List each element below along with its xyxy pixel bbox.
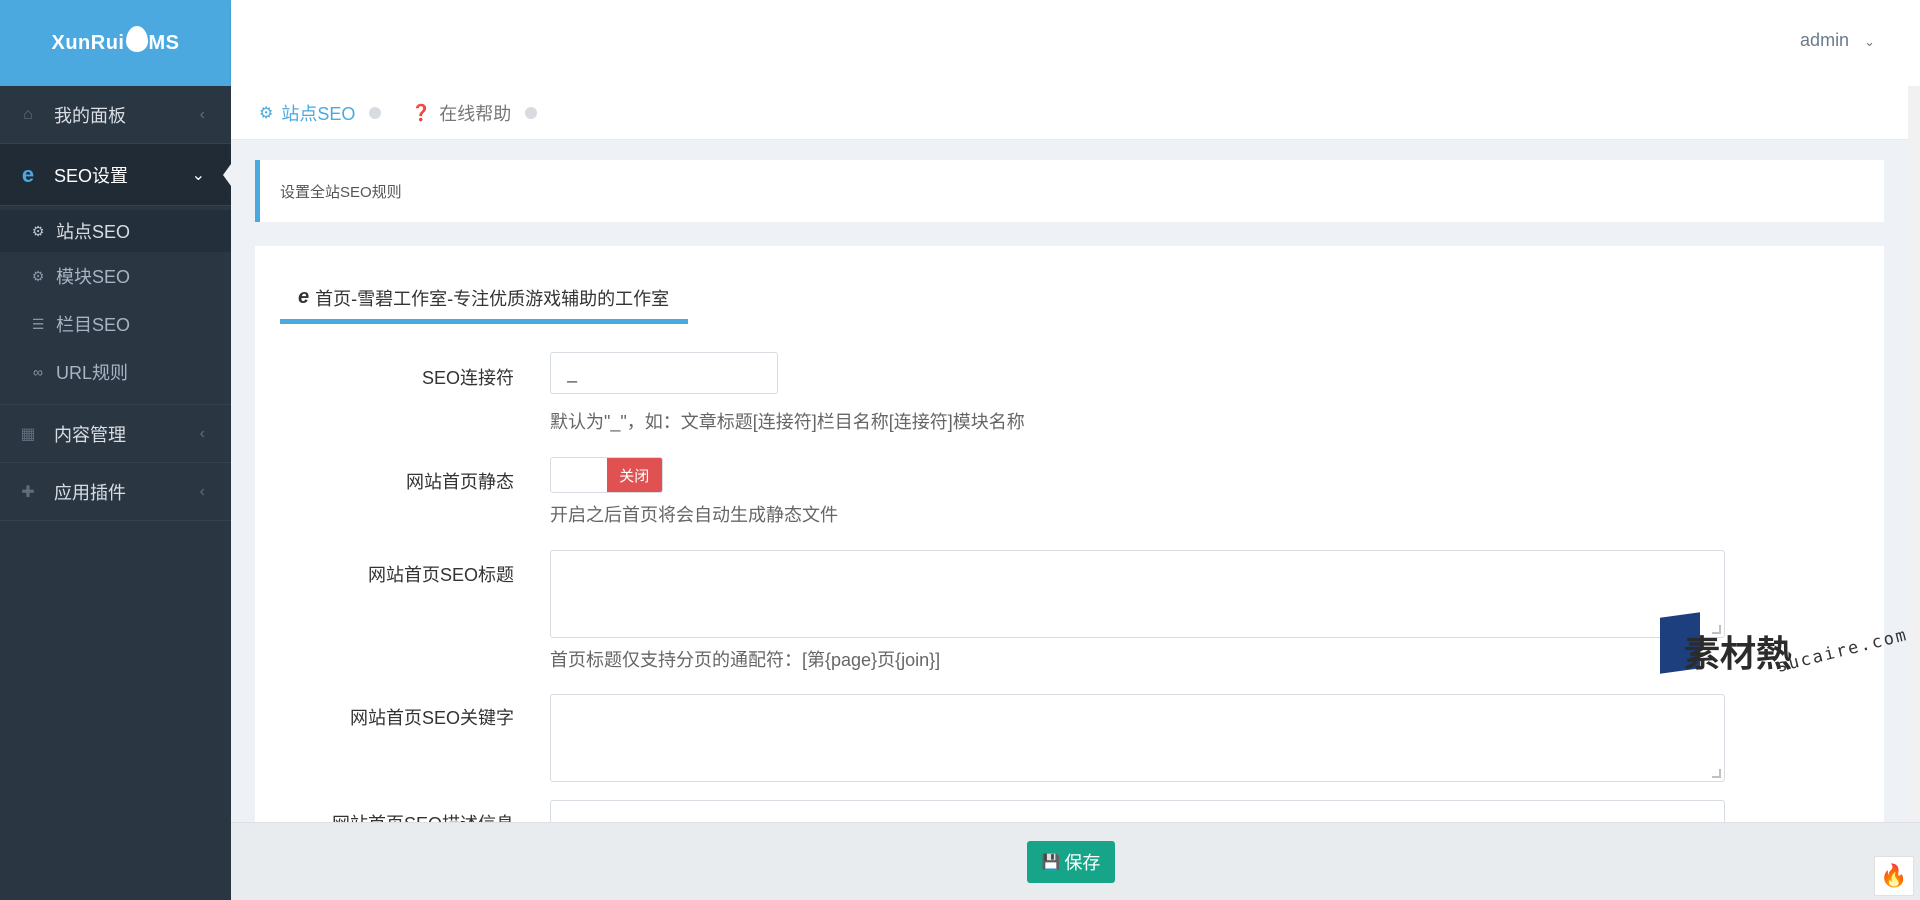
sidebar-subitem-label: 站点SEO [56, 222, 131, 242]
grid-icon: ▦ [20, 425, 36, 443]
puzzle-icon: ✚ [21, 483, 35, 501]
sidebar-subitem-url-rules[interactable]: ∞ URL规则 [0, 348, 231, 396]
flame-icon [125, 26, 148, 52]
sidebar: XunRui MS ⌂ 我的面板 ‹ e SEO设置 ⌄ ⚙ 站点SEO ⚙ 模… [0, 0, 231, 900]
tab-separator-dot [369, 106, 382, 119]
page-tabs: ⚙ 站点SEO ❓ 在线帮助 [231, 86, 1908, 140]
gear-icon: ⚙ [31, 222, 45, 239]
tab-homepage-label: 首页-雪碧工作室-专注优质游戏辅助的工作室 [315, 288, 670, 309]
list-icon: ☰ [31, 315, 45, 332]
question-circle-icon: ❓ [411, 104, 432, 122]
keywords-textarea[interactable] [550, 694, 1725, 782]
sidebar-item-seo[interactable]: e SEO设置 ⌄ [0, 144, 231, 206]
footer-bar: 💾 保存 [231, 822, 1920, 900]
static-label: 网站首页静态 [406, 472, 514, 492]
save-button[interactable]: 💾 保存 [1027, 841, 1115, 883]
sidebar-item-content[interactable]: ▦ 内容管理 ‹ [0, 405, 231, 463]
sidebar-subitem-label: 模块SEO [56, 267, 131, 287]
sidebar-item-label: 内容管理 [54, 424, 126, 445]
tab-label: 在线帮助 [439, 103, 512, 124]
gears-icon: ⚙ [31, 267, 45, 284]
resize-grip-icon[interactable] [1712, 769, 1721, 778]
sidebar-item-label: 应用插件 [54, 482, 126, 503]
tab-separator-dot [525, 106, 538, 119]
toggle-state: 关闭 [606, 458, 662, 492]
chevron-left-icon: ‹ [199, 482, 205, 500]
ie-icon: e [21, 161, 35, 187]
floppy-icon: 💾 [1041, 854, 1061, 871]
tab-homepage[interactable]: e 首页-雪碧工作室-专注优质游戏辅助的工作室 [280, 276, 688, 324]
static-help: 开启之后首页将会自动生成静态文件 [550, 505, 838, 525]
chevron-down-icon: ⌄ [1864, 34, 1875, 49]
page-scrollbar[interactable] [1908, 86, 1920, 822]
chevron-left-icon: ‹ [199, 105, 205, 123]
connector-label: SEO连接符 [421, 368, 514, 388]
tab-site-seo[interactable]: ⚙ 站点SEO [259, 100, 355, 126]
ie-icon: e [298, 286, 310, 308]
sidebar-item-plugins[interactable]: ✚ 应用插件 ‹ [0, 463, 231, 521]
chevron-down-icon: ⌄ [191, 166, 205, 184]
sidebar-subitem-site-seo[interactable]: ⚙ 站点SEO [0, 210, 231, 252]
sidebar-subitem-label: URL规则 [56, 363, 129, 383]
user-name: admin [1800, 30, 1850, 50]
home-icon: ⌂ [23, 105, 33, 123]
info-note-text: 设置全站SEO规则 [280, 183, 402, 201]
seo-submenu: ⚙ 站点SEO ⚙ 模块SEO ☰ 栏目SEO ∞ URL规则 [0, 206, 231, 405]
tab-online-help[interactable]: ❓ 在线帮助 [411, 100, 511, 126]
tab-label: 站点SEO [281, 103, 356, 124]
sidebar-subitem-column-seo[interactable]: ☰ 栏目SEO [0, 300, 231, 348]
connector-help: 默认为"_"，如：文章标题[连接符]栏目名称[连接符]模块名称 [550, 412, 1025, 432]
static-toggle[interactable]: 关闭 [550, 457, 663, 493]
sidebar-item-dashboard[interactable]: ⌂ 我的面板 ‹ [0, 86, 231, 144]
save-button-label: 保存 [1064, 853, 1101, 873]
title-help: 首页标题仅支持分页的通配符：[第{page}页{join}] [550, 650, 941, 670]
user-menu[interactable]: admin ⌄ [1800, 30, 1875, 51]
logo-text-b: MS [148, 31, 180, 54]
sidebar-subitem-label: 栏目SEO [56, 315, 131, 335]
logo-text-a: XunRui [51, 31, 125, 54]
sidebar-subitem-module-seo[interactable]: ⚙ 模块SEO [0, 252, 231, 300]
top-header: admin ⌄ [231, 0, 1920, 86]
connector-input[interactable] [550, 352, 778, 394]
toggle-handle [551, 458, 607, 492]
resize-grip-icon[interactable] [1712, 625, 1721, 634]
sidebar-item-label: SEO设置 [54, 165, 129, 186]
chevron-left-icon: ‹ [199, 424, 205, 442]
title-label: 网站首页SEO标题 [367, 565, 514, 585]
logo[interactable]: XunRui MS [0, 0, 231, 86]
info-note: 设置全站SEO规则 [255, 160, 1884, 222]
link-icon: ∞ [33, 364, 43, 380]
title-textarea[interactable] [550, 550, 1725, 638]
sidebar-item-label: 我的面板 [54, 105, 126, 126]
keywords-label: 网站首页SEO关键字 [349, 708, 514, 728]
flame-icon[interactable]: 🔥 [1874, 856, 1914, 896]
gear-icon: ⚙ [259, 104, 274, 122]
